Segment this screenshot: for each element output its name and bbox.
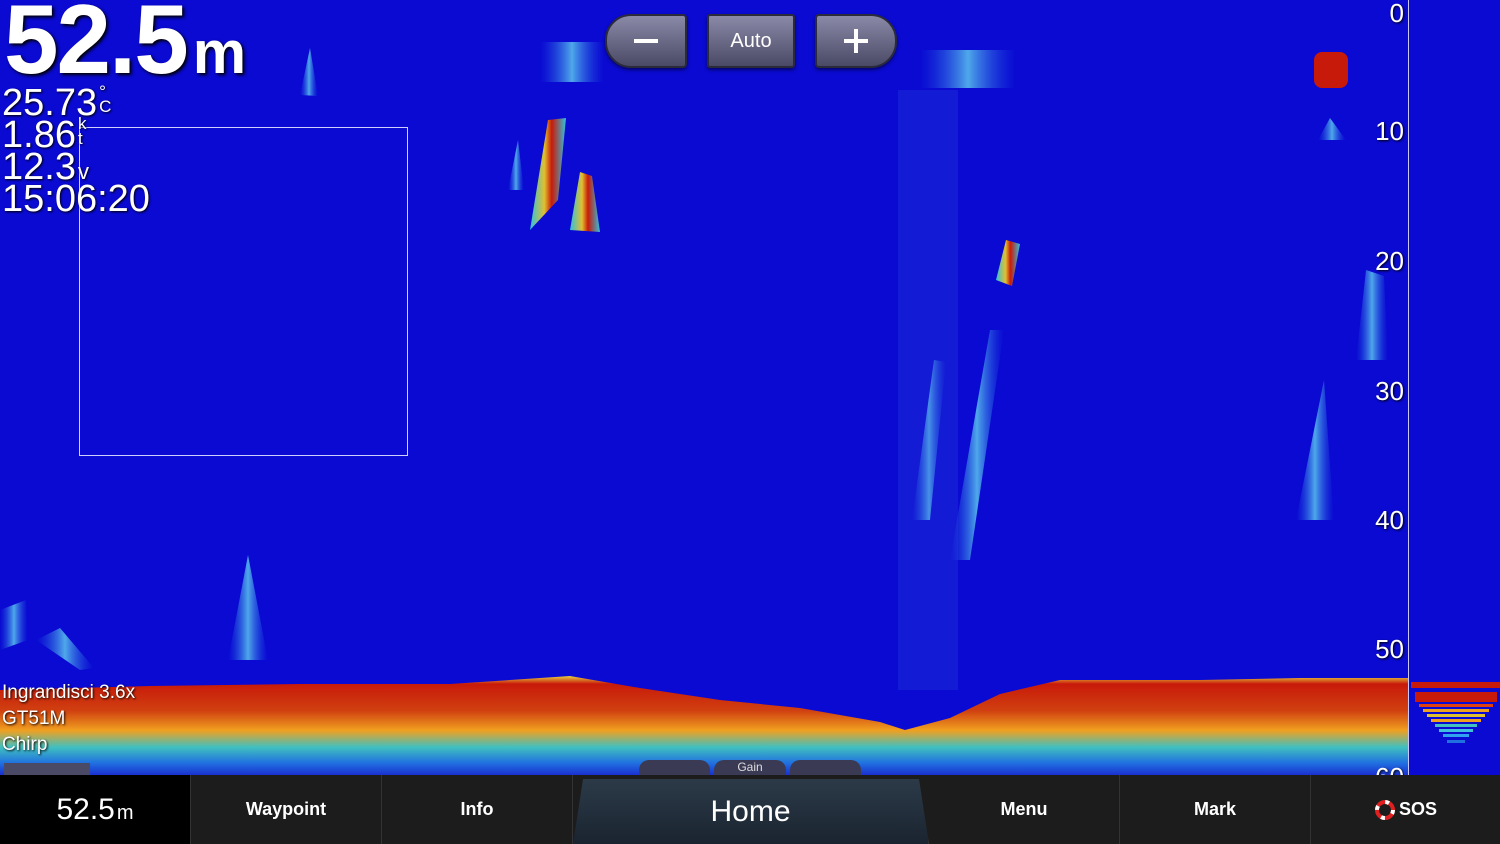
depth-readout: 52.5 m <box>4 0 246 88</box>
depth-scale-label: 50 <box>1375 634 1404 664</box>
gain-increase-tab[interactable] <box>789 760 861 775</box>
sonar-info-tags: Ingrandisci 3.6x GT51M Chirp <box>2 680 135 758</box>
gain-label[interactable]: Gain <box>714 760 786 775</box>
depth-scale-label: 30 <box>1375 376 1404 406</box>
surface-clutter <box>540 42 604 82</box>
zoom-window-frame[interactable] <box>79 127 408 456</box>
fish-arch <box>36 628 94 670</box>
water-column-noise <box>898 90 958 690</box>
bottom-navigation-bar: 52.5 m Waypoint Info Home Menu Mark SOS <box>0 775 1500 844</box>
fish-arch <box>1356 270 1388 360</box>
flasher-panel <box>1408 0 1500 775</box>
nav-depth-readout[interactable]: 52.5 m <box>0 775 191 844</box>
fish-arch <box>1318 118 1346 140</box>
sos-label: SOS <box>1398 799 1437 819</box>
mark-button[interactable]: Mark <box>1120 775 1311 844</box>
zoom-controls: Auto <box>605 14 897 68</box>
depth-unit: m <box>192 19 247 86</box>
minus-icon <box>634 39 658 43</box>
menu-button[interactable]: Menu <box>929 775 1120 844</box>
fish-arch <box>0 600 28 650</box>
transducer-label: GT51M <box>2 708 66 729</box>
fish-arch <box>996 240 1020 286</box>
gain-control-bar: Gain <box>637 760 863 775</box>
temperature-unit-c: C <box>99 97 112 117</box>
lifebuoy-icon <box>1374 799 1395 820</box>
depth-scale-label: 60 <box>1375 762 1404 775</box>
fish-arch <box>950 330 1004 560</box>
fish-arch <box>300 48 318 96</box>
nav-depth-value: 52.5 <box>56 792 115 826</box>
nav-depth-unit: m <box>116 802 134 824</box>
history-scroll-handle[interactable] <box>4 763 90 775</box>
zoom-out-button[interactable] <box>605 14 687 68</box>
depth-scale-label: 40 <box>1375 505 1404 535</box>
depth-scale-label: 0 <box>1389 0 1404 28</box>
fish-arch <box>508 140 524 190</box>
depth-scale-label: 20 <box>1375 246 1404 276</box>
zoom-auto-button[interactable]: Auto <box>707 14 795 68</box>
flasher-graphic <box>1411 682 1500 743</box>
time-readout: 15:06:20 <box>2 178 150 220</box>
depth-value: 52.5 <box>4 0 189 94</box>
sos-button[interactable]: SOS <box>1311 775 1500 844</box>
fish-arch <box>1296 380 1334 520</box>
info-button[interactable]: Info <box>382 775 573 844</box>
gain-decrease-tab[interactable] <box>639 760 711 775</box>
fish-arch <box>570 172 600 232</box>
zoom-in-button[interactable] <box>815 14 897 68</box>
waypoint-button[interactable]: Waypoint <box>191 775 382 844</box>
depth-scale-label: 10 <box>1375 116 1404 146</box>
plus-icon <box>844 29 868 53</box>
surface-clutter <box>920 50 1016 88</box>
speed-unit-t: t <box>77 129 83 149</box>
sonar-display[interactable]: 52.5 m 25.73 ° C 1.86 k t 12.3v 15:06:20 Auto… <box>0 0 1408 775</box>
zoom-level-label: Ingrandisci 3.6x <box>2 682 136 703</box>
fish-echo <box>1314 52 1348 88</box>
fish-arch <box>530 118 566 230</box>
home-button[interactable]: Home <box>573 779 929 844</box>
fish-arch <box>228 555 268 660</box>
frequency-mode-label: Chirp <box>2 734 48 755</box>
